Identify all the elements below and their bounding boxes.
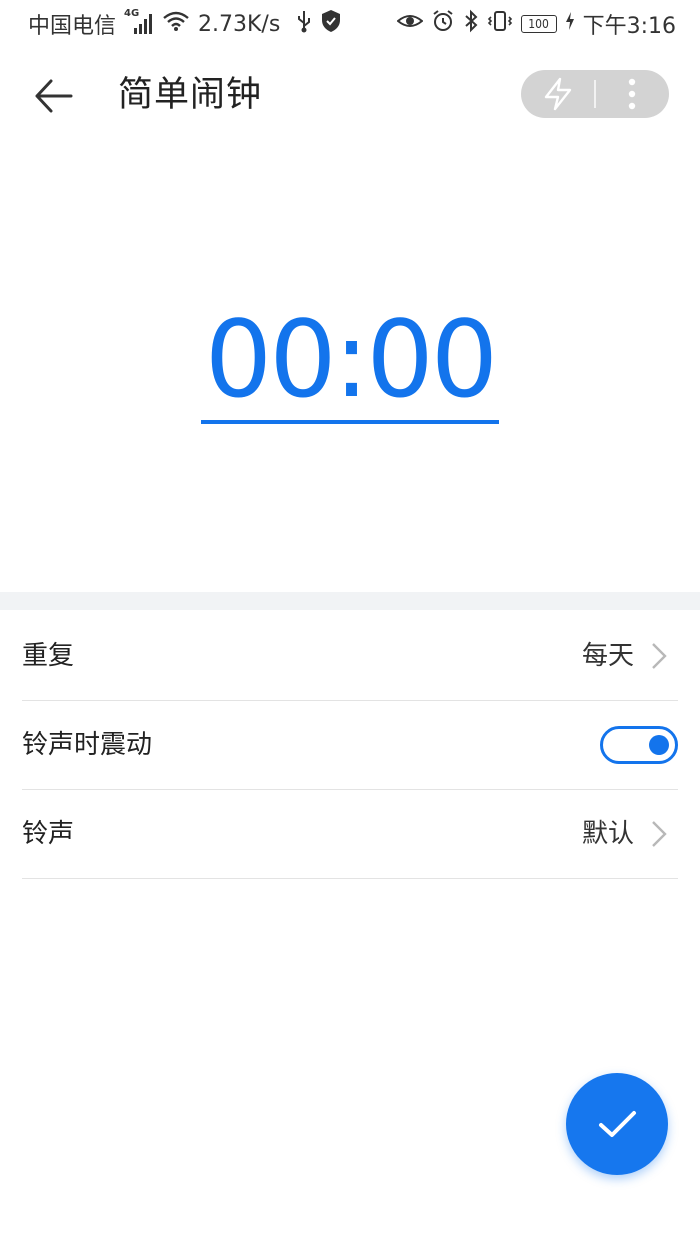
ringtone-row[interactable]: 铃声 默认 [22,790,678,879]
vibrate-icon [487,9,513,39]
toggle-knob [649,735,669,755]
eye-icon [396,9,424,39]
mini-program-capsule [521,70,669,118]
repeat-row[interactable]: 重复 每天 [22,612,678,701]
chevron-right-icon [652,821,667,847]
flash-button[interactable] [521,70,594,118]
status-bar-left: 中国电信 4G 2.73K/s [28,0,342,48]
more-button[interactable] [596,70,669,118]
flash-icon [544,77,571,111]
back-button[interactable] [28,72,78,120]
status-bar-right: 100 下午3:16 [396,0,676,48]
network-speed: 2.73K/s [198,11,281,37]
app-bar: 简单闹钟 [0,48,700,144]
ringtone-value: 默认 [581,819,634,849]
check-icon [599,1111,636,1137]
settings-list: 重复 每天 铃声时震动 铃声 默认 [22,612,678,879]
vibrate-label: 铃声时震动 [22,730,153,760]
wifi-icon [162,9,190,39]
confirm-button[interactable] [566,1073,668,1175]
battery-level: 100 [528,17,549,31]
status-bar: 中国电信 4G 2.73K/s 100 下午3:16 [0,0,700,48]
clock: 下午3:16 [582,14,676,39]
time-display: 00:00 [0,300,700,450]
charging-icon [565,11,575,37]
carrier-name: 中国电信 [28,14,117,39]
chevron-right-icon [652,643,667,669]
alarm-icon [431,9,455,39]
page-title: 简单闹钟 [118,75,263,115]
repeat-label: 重复 [22,641,75,671]
repeat-value: 每天 [581,641,634,671]
vibrate-row: 铃声时震动 [22,701,678,790]
back-arrow-icon [35,79,73,113]
section-separator [0,592,700,610]
more-vert-icon [628,78,636,110]
ringtone-label: 铃声 [22,819,75,849]
vibrate-toggle[interactable] [600,726,678,764]
alarm-edit-screen: 中国电信 4G 2.73K/s 100 下午3:16 简单闹钟 00:00 重复… [0,0,700,1244]
alarm-time-picker[interactable]: 00:00 [200,300,500,424]
usb-icon [296,9,312,39]
signal-icon: 4G [124,8,154,36]
bluetooth-icon [463,9,479,39]
battery-icon: 100 [520,15,557,33]
shield-icon [320,9,342,39]
